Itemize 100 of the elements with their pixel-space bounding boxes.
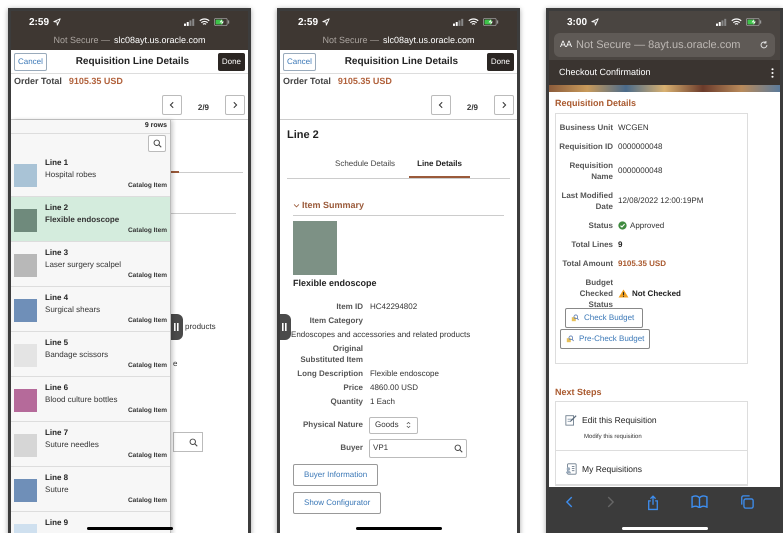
next-button[interactable] bbox=[225, 94, 245, 114]
photo-placeholder bbox=[14, 164, 37, 187]
line-description: Flexible endoscope bbox=[45, 214, 120, 226]
search-field[interactable] bbox=[173, 432, 203, 452]
search-icon bbox=[454, 444, 463, 452]
page-title: Checkout Confirmation bbox=[559, 66, 651, 79]
line-title: Line 4 bbox=[45, 292, 70, 303]
photo-placeholder bbox=[14, 434, 37, 457]
address-bar[interactable]: AA Not Secure — 8ayt.us.oracle.com bbox=[554, 33, 775, 57]
text-fragment: e bbox=[173, 358, 178, 370]
order-total-value: 9105.35 USD bbox=[338, 75, 392, 88]
field-label: Buyer bbox=[339, 442, 363, 454]
action-button[interactable]: Show Configurator bbox=[293, 492, 382, 514]
search-icon bbox=[152, 138, 162, 148]
field-value: 1 Each bbox=[370, 396, 396, 406]
status-time: 3:00 bbox=[567, 16, 588, 30]
search-icon bbox=[189, 438, 198, 446]
photo-placeholder bbox=[14, 209, 37, 232]
field-label: Requisition Name bbox=[568, 160, 613, 182]
bookmarks-icon[interactable] bbox=[691, 495, 708, 508]
previous-button[interactable] bbox=[430, 94, 451, 114]
field-value: 4860.00 USD bbox=[370, 382, 420, 392]
section-toggle[interactable]: Item Summary bbox=[293, 198, 504, 216]
battery-icon bbox=[483, 18, 499, 26]
next-button[interactable] bbox=[494, 94, 514, 114]
drag-handle[interactable] bbox=[280, 314, 291, 340]
dropdown[interactable]: Goods bbox=[369, 416, 418, 434]
cancel-button[interactable]: Cancel bbox=[14, 52, 47, 70]
status-time: 2:59 bbox=[29, 16, 50, 30]
budget-button[interactable]: Pre-Check Budget bbox=[560, 328, 650, 348]
pager-position: 2/9 bbox=[196, 102, 210, 114]
reload-icon[interactable] bbox=[759, 40, 769, 50]
status-value: Approved bbox=[630, 220, 664, 230]
field-label: Item Category bbox=[308, 314, 363, 326]
address-host: slc08ayt.us.oracle.com bbox=[114, 34, 206, 47]
drag-handle[interactable] bbox=[171, 314, 183, 340]
photo-placeholder bbox=[293, 221, 337, 275]
line-title: Line 6 bbox=[45, 382, 70, 393]
line-description: Laser surgery scalpel bbox=[45, 259, 122, 271]
section-title: Requisition Details bbox=[555, 97, 638, 110]
text-fragment: products bbox=[185, 321, 216, 333]
line-title: Line 7 bbox=[45, 427, 70, 438]
tabs-icon[interactable] bbox=[740, 495, 754, 509]
location-arrow-icon bbox=[53, 18, 62, 26]
chevron-right-icon bbox=[231, 100, 239, 108]
share-icon[interactable] bbox=[647, 495, 659, 511]
next-step-item[interactable]: My Requisitions bbox=[556, 450, 747, 484]
line-description: Suture needles bbox=[45, 439, 100, 451]
chevron-right-icon bbox=[500, 100, 508, 108]
order-total-value: 9105.35 USD bbox=[68, 75, 123, 88]
address-host: slc08ayt.us.oracle.com bbox=[382, 34, 475, 47]
budget-icon bbox=[566, 334, 574, 342]
line-description: Bandage scissors bbox=[45, 349, 110, 361]
back-icon[interactable] bbox=[565, 495, 574, 509]
budget-icon bbox=[571, 314, 579, 322]
line-description: Hospital robes bbox=[45, 169, 98, 181]
forward-icon[interactable] bbox=[606, 495, 615, 509]
text-size-button[interactable]: AA bbox=[560, 38, 572, 52]
line-title: Line 2 bbox=[287, 128, 320, 143]
line-title: Line 5 bbox=[45, 337, 70, 348]
budget-button[interactable]: Check Budget bbox=[565, 308, 644, 328]
field-label: Business Unit bbox=[558, 122, 613, 132]
field-value: HC42294802 bbox=[370, 300, 418, 312]
field-label: Price bbox=[342, 382, 363, 392]
line-description: Suture bbox=[45, 484, 70, 496]
chevron-left-icon bbox=[168, 100, 176, 108]
action-button[interactable]: Buyer Information bbox=[293, 464, 378, 486]
tab[interactable]: Schedule Details bbox=[327, 158, 404, 178]
address-text: Not Secure — 8ayt.us.oracle.com bbox=[576, 38, 742, 53]
list-row[interactable]: Line 9 bbox=[11, 512, 170, 533]
field-label: Status bbox=[588, 220, 613, 230]
pager-position: 2/9 bbox=[466, 102, 479, 114]
person-list-icon bbox=[565, 463, 577, 476]
line-description: Blood culture bottles bbox=[45, 394, 118, 406]
more-options-icon[interactable] bbox=[771, 66, 774, 78]
search-button[interactable] bbox=[148, 134, 166, 152]
location-arrow-icon bbox=[322, 18, 330, 26]
tab[interactable]: Line Details bbox=[409, 158, 470, 178]
chevron-left-icon bbox=[436, 100, 445, 108]
wifi-icon bbox=[468, 18, 479, 26]
cancel-button[interactable]: Cancel bbox=[283, 52, 316, 70]
field-label: Requisition ID bbox=[558, 140, 613, 152]
line-title: Line 1 bbox=[45, 157, 70, 168]
buyer-field[interactable]: VP1 bbox=[369, 438, 467, 458]
field-label: Long Description bbox=[296, 368, 363, 378]
signal-icon bbox=[716, 18, 727, 26]
field-label: Item ID bbox=[335, 300, 363, 312]
field-value: 0000000048 bbox=[618, 165, 664, 176]
address-security: Not Secure — bbox=[53, 34, 110, 47]
status-time: 2:59 bbox=[298, 16, 318, 30]
done-button[interactable]: Done bbox=[218, 52, 245, 70]
field-value: 9 bbox=[618, 238, 624, 250]
battery-icon bbox=[746, 18, 762, 26]
address-security: Not Secure — bbox=[322, 34, 379, 47]
edit-document-icon bbox=[565, 414, 577, 426]
order-total-label: Order Total bbox=[14, 75, 62, 88]
wifi-icon bbox=[199, 18, 210, 26]
previous-button[interactable] bbox=[162, 94, 182, 114]
done-button[interactable]: Done bbox=[486, 52, 514, 70]
field-label: Original Substituted Item bbox=[299, 342, 363, 364]
